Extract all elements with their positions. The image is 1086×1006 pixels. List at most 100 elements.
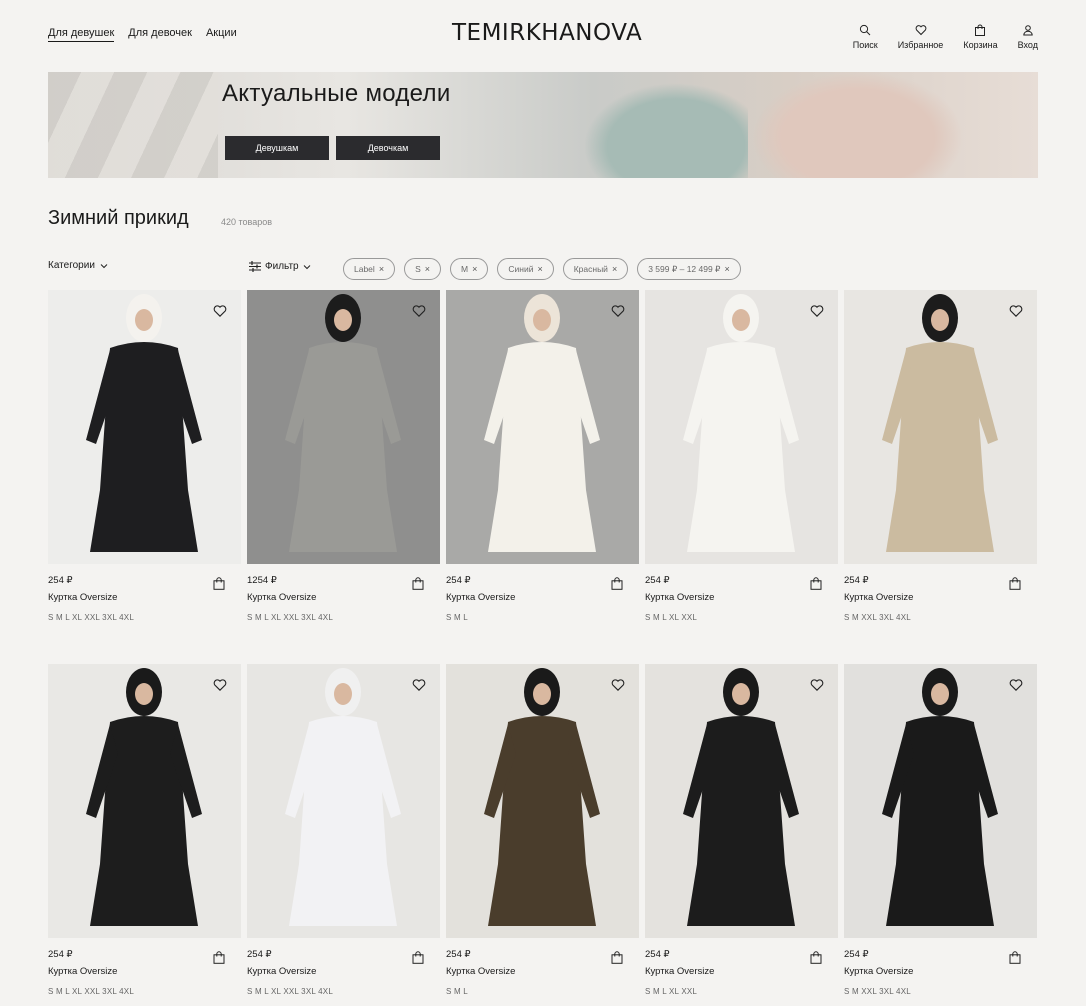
product-name[interactable]: Куртка Oversize	[247, 966, 316, 977]
filter-chip[interactable]: S ×	[404, 258, 442, 280]
product-sizes: S M L	[446, 987, 468, 996]
product-price: 254 ₽	[844, 949, 869, 960]
add-to-cart-icon[interactable]	[412, 577, 424, 590]
add-to-cart-icon[interactable]	[412, 951, 424, 964]
product-image[interactable]	[247, 664, 440, 938]
product-card[interactable]: 1254 ₽ Куртка Oversize S M L XL XXL 3XL …	[247, 290, 440, 622]
nav-link-sales[interactable]: Акции	[206, 27, 237, 42]
product-image[interactable]	[446, 290, 639, 564]
chip-label: Label	[354, 264, 375, 274]
banner-kids-button[interactable]: Девочкам	[336, 136, 440, 160]
heart-icon[interactable]	[810, 678, 824, 692]
product-image[interactable]	[844, 290, 1037, 564]
product-name[interactable]: Куртка Oversize	[844, 966, 913, 977]
favorites-button[interactable]: Избранное	[898, 24, 943, 50]
product-name[interactable]: Куртка Oversize	[247, 592, 316, 603]
product-card[interactable]: 254 ₽ Куртка Oversize S M L XL XXL	[645, 664, 838, 996]
close-icon[interactable]: ×	[724, 264, 729, 274]
model-figure	[645, 290, 838, 564]
heart-icon	[915, 25, 926, 36]
close-icon[interactable]: ×	[537, 264, 542, 274]
heart-icon[interactable]	[213, 304, 227, 318]
filter-chip[interactable]: Красный ×	[562, 258, 629, 280]
product-sizes: S M L	[446, 613, 468, 622]
face	[931, 309, 949, 331]
model-figure	[645, 664, 838, 938]
close-icon[interactable]: ×	[612, 264, 617, 274]
product-image[interactable]	[844, 664, 1037, 938]
filter-chip[interactable]: Label ×	[343, 258, 396, 280]
product-image[interactable]	[48, 290, 241, 564]
close-icon[interactable]: ×	[472, 264, 477, 274]
product-image[interactable]	[645, 290, 838, 564]
face	[533, 683, 551, 705]
close-icon[interactable]: ×	[379, 264, 384, 274]
heart-icon[interactable]	[611, 304, 625, 318]
filter-chip[interactable]: Синий ×	[497, 258, 554, 280]
heart-icon[interactable]	[1009, 678, 1023, 692]
add-to-cart-icon[interactable]	[810, 951, 822, 964]
product-sizes: S M L XL XXL 3XL 4XL	[48, 987, 134, 996]
product-card[interactable]: 254 ₽ Куртка Oversize S M XXL 3XL 4XL	[844, 664, 1037, 996]
heart-icon[interactable]	[810, 304, 824, 318]
categories-dropdown[interactable]: Категории	[48, 260, 108, 271]
add-to-cart-icon[interactable]	[213, 951, 225, 964]
product-image[interactable]	[48, 664, 241, 938]
product-card[interactable]: 254 ₽ Куртка Oversize S M XXL 3XL 4XL	[844, 290, 1037, 622]
product-name[interactable]: Куртка Oversize	[844, 592, 913, 603]
add-to-cart-icon[interactable]	[1009, 577, 1021, 590]
chevron-down-icon	[100, 263, 108, 268]
model-figure	[844, 664, 1037, 938]
filter-chip[interactable]: 3 599 ₽ – 12 499 ₽ ×	[637, 258, 741, 280]
heart-icon[interactable]	[611, 678, 625, 692]
brand-logo[interactable]: TEMIRKHANOVA	[452, 20, 642, 46]
product-name[interactable]: Куртка Oversize	[48, 592, 117, 603]
product-name[interactable]: Куртка Oversize	[446, 592, 515, 603]
filter-chip[interactable]: M ×	[450, 258, 489, 280]
close-icon[interactable]: ×	[425, 264, 430, 274]
model-figure	[247, 290, 440, 564]
search-icon	[860, 24, 871, 36]
product-card[interactable]: 254 ₽ Куртка Oversize S M L XL XXL	[645, 290, 838, 622]
heart-icon[interactable]	[1009, 304, 1023, 318]
product-name[interactable]: Куртка Oversize	[645, 592, 714, 603]
cart-button[interactable]: Корзина	[963, 24, 998, 50]
product-card[interactable]: 254 ₽ Куртка Oversize S M L XL XXL 3XL 4…	[247, 664, 440, 996]
add-to-cart-icon[interactable]	[810, 577, 822, 590]
search-button[interactable]: Поиск	[853, 24, 878, 50]
chip-label: Красный	[573, 264, 608, 274]
product-image[interactable]	[645, 664, 838, 938]
add-to-cart-icon[interactable]	[611, 951, 623, 964]
banner-girls-button[interactable]: Девушкам	[225, 136, 329, 160]
add-to-cart-icon[interactable]	[1009, 951, 1021, 964]
heart-icon[interactable]	[412, 678, 426, 692]
product-sizes: S M XXL 3XL 4XL	[844, 613, 911, 622]
model-figure	[446, 290, 639, 564]
product-name[interactable]: Куртка Oversize	[645, 966, 714, 977]
product-image[interactable]	[247, 290, 440, 564]
add-to-cart-icon[interactable]	[213, 577, 225, 590]
product-card[interactable]: 254 ₽ Куртка Oversize S M L XL XXL 3XL 4…	[48, 290, 241, 622]
product-card[interactable]: 254 ₽ Куртка Oversize S M L	[446, 664, 639, 996]
product-count: 420 товаров	[221, 217, 273, 227]
product-sizes: S M L XL XXL 3XL 4XL	[48, 613, 134, 622]
nav-link-kids[interactable]: Для девочек	[128, 27, 192, 42]
add-to-cart-icon[interactable]	[611, 577, 623, 590]
heart-icon[interactable]	[213, 678, 227, 692]
product-image[interactable]	[446, 664, 639, 938]
product-card[interactable]: 254 ₽ Куртка Oversize S M L	[446, 290, 639, 622]
product-sizes: S M L XL XXL 3XL 4XL	[247, 987, 333, 996]
face	[732, 683, 750, 705]
product-name[interactable]: Куртка Oversize	[446, 966, 515, 977]
product-sizes: S M L XL XXL	[645, 613, 698, 622]
nav-link-girls[interactable]: Для девушек	[48, 27, 115, 42]
categories-label: Категории	[48, 260, 95, 271]
filter-dropdown[interactable]: Фильтр	[249, 261, 311, 272]
heart-icon[interactable]	[412, 304, 426, 318]
login-button[interactable]: Вход	[1018, 24, 1038, 50]
login-label: Вход	[1017, 40, 1038, 50]
product-card[interactable]: 254 ₽ Куртка Oversize S M L XL XXL 3XL 4…	[48, 664, 241, 996]
product-price: 254 ₽	[247, 949, 272, 960]
product-name[interactable]: Куртка Oversize	[48, 966, 117, 977]
promo-banner: Актуальные модели Девушкам Девочкам	[48, 72, 1038, 178]
